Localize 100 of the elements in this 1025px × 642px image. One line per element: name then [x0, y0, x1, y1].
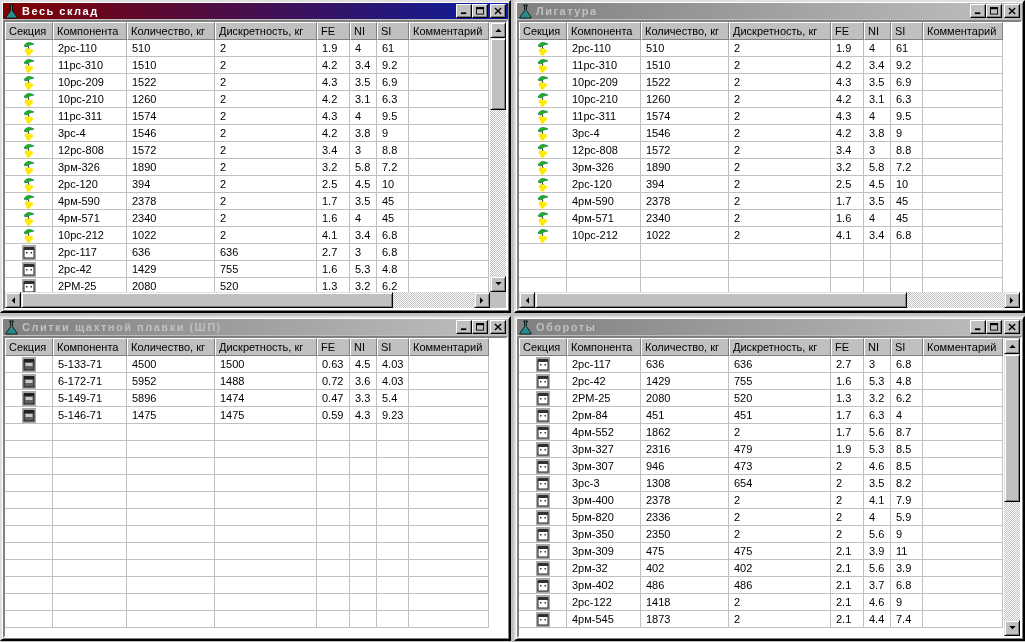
table-cell: 636 — [127, 244, 215, 261]
column-header[interactable]: Дискретность, кг — [215, 338, 317, 356]
table-cell: 2рс-42 — [53, 261, 127, 278]
table-cell: 486 — [641, 577, 729, 594]
column-header[interactable]: SI — [377, 338, 409, 356]
table-cell: 2.7 — [831, 356, 864, 373]
column-header[interactable]: SI — [891, 338, 923, 356]
column-header[interactable]: Дискретность, кг — [729, 338, 831, 356]
table-cell: 5-133-71 — [53, 356, 127, 373]
table-cell: 12рс-808 — [567, 142, 641, 159]
column-header[interactable]: Секция — [519, 22, 567, 40]
table-cell: 3.9 — [864, 543, 891, 560]
table-cell: 11рс-311 — [567, 108, 641, 125]
table-cell: 5рм-820 — [567, 509, 641, 526]
table-cell: 5-146-71 — [53, 407, 127, 424]
table-cell: 2 — [729, 176, 831, 193]
table-cell: 3рм-350 — [567, 526, 641, 543]
table-cell: 9 — [891, 526, 923, 543]
table-cell: 2 — [215, 176, 317, 193]
column-header[interactable]: SI — [891, 22, 923, 40]
table-cell: 8.8 — [377, 142, 409, 159]
column-header[interactable]: Компонента — [53, 22, 127, 40]
table-cell: 45 — [891, 210, 923, 227]
column-header[interactable]: Количество, кг — [127, 22, 215, 40]
table-cell: 3.1 — [864, 91, 891, 108]
column-header[interactable]: Секция — [519, 338, 567, 356]
table-cell: 7.2 — [891, 159, 923, 176]
column-header[interactable]: Комментарий — [409, 338, 489, 356]
table-cell: 2 — [215, 193, 317, 210]
column-header[interactable]: Количество, кг — [641, 338, 729, 356]
table-cell: 4.2 — [317, 91, 350, 108]
table-cell: 2378 — [641, 492, 729, 509]
table-cell: 2.1 — [831, 577, 864, 594]
table-cell: 5.3 — [864, 441, 891, 458]
table-cell: 2рс-120 — [53, 176, 127, 193]
column-header[interactable]: NI — [350, 338, 377, 356]
table-cell: 4рм-545 — [567, 611, 641, 628]
column-header[interactable]: NI — [350, 22, 377, 40]
column-header[interactable]: Компонента — [567, 22, 641, 40]
table-cell: 1.7 — [831, 193, 864, 210]
table-cell: 3.4 — [350, 227, 377, 244]
table-cell: 3.3 — [350, 390, 377, 407]
table-cell: 0.47 — [317, 390, 350, 407]
table-cell: 4.1 — [864, 492, 891, 509]
table-cell: 451 — [641, 407, 729, 424]
column-header[interactable]: Комментарий — [923, 338, 1003, 356]
table-cell: 3рм-327 — [567, 441, 641, 458]
table-cell: 2 — [729, 210, 831, 227]
column-header[interactable]: Компонента — [53, 338, 127, 356]
table-cell: 636 — [729, 356, 831, 373]
table-cell: 10рс-209 — [53, 74, 127, 91]
column-header[interactable]: Дискретность, кг — [215, 22, 317, 40]
table-cell: 2 — [729, 227, 831, 244]
column-header[interactable]: Дискретность, кг — [729, 22, 831, 40]
column-header[interactable]: FE — [317, 338, 350, 356]
column-header[interactable]: FE — [317, 22, 350, 40]
table-cell: 4 — [864, 210, 891, 227]
table-cell: 475 — [729, 543, 831, 560]
table-cell: 1572 — [641, 142, 729, 159]
column-header[interactable]: FE — [831, 22, 864, 40]
table-cell: 12рс-808 — [53, 142, 127, 159]
table-cell: 2340 — [641, 210, 729, 227]
table-cell: 2 — [831, 475, 864, 492]
table-cell: 4.2 — [831, 91, 864, 108]
column-header[interactable]: Количество, кг — [641, 22, 729, 40]
table-cell: 1488 — [215, 373, 317, 390]
table-cell: 5-149-71 — [53, 390, 127, 407]
table-cell: 4.03 — [377, 356, 409, 373]
table-cell: 4.2 — [831, 125, 864, 142]
table-cell: 4.5 — [350, 356, 377, 373]
table-cell: 3 — [350, 142, 377, 159]
column-header[interactable]: FE — [831, 338, 864, 356]
column-header[interactable]: Количество, кг — [127, 338, 215, 356]
table-cell: 510 — [641, 40, 729, 57]
table-cell: 10рс-212 — [53, 227, 127, 244]
table-cell: 10 — [891, 176, 923, 193]
table-cell: 636 — [641, 356, 729, 373]
column-header[interactable]: Компонента — [567, 338, 641, 356]
table-cell: 2 — [215, 108, 317, 125]
column-header[interactable]: NI — [864, 22, 891, 40]
table-cell: 9.2 — [891, 57, 923, 74]
table-cell: 2 — [215, 74, 317, 91]
table-cell: 2рм-32 — [567, 560, 641, 577]
column-header[interactable]: Секция — [5, 338, 53, 356]
table-cell: 5.4 — [377, 390, 409, 407]
column-header[interactable]: Секция — [5, 22, 53, 40]
column-header[interactable]: Комментарий — [923, 22, 1003, 40]
column-header[interactable]: Комментарий — [409, 22, 489, 40]
table-cell: 10 — [377, 176, 409, 193]
table-cell: 2 — [729, 108, 831, 125]
table-cell: 402 — [729, 560, 831, 577]
table-cell: 2.1 — [831, 611, 864, 628]
column-header[interactable]: SI — [377, 22, 409, 40]
column-header[interactable]: NI — [864, 338, 891, 356]
table-cell: 3.5 — [864, 475, 891, 492]
table-cell: 10рс-210 — [567, 91, 641, 108]
table-cell: 8.2 — [891, 475, 923, 492]
table-cell: 4рм-552 — [567, 424, 641, 441]
table-cell: 3рм-307 — [567, 458, 641, 475]
table-cell: 9.5 — [377, 108, 409, 125]
